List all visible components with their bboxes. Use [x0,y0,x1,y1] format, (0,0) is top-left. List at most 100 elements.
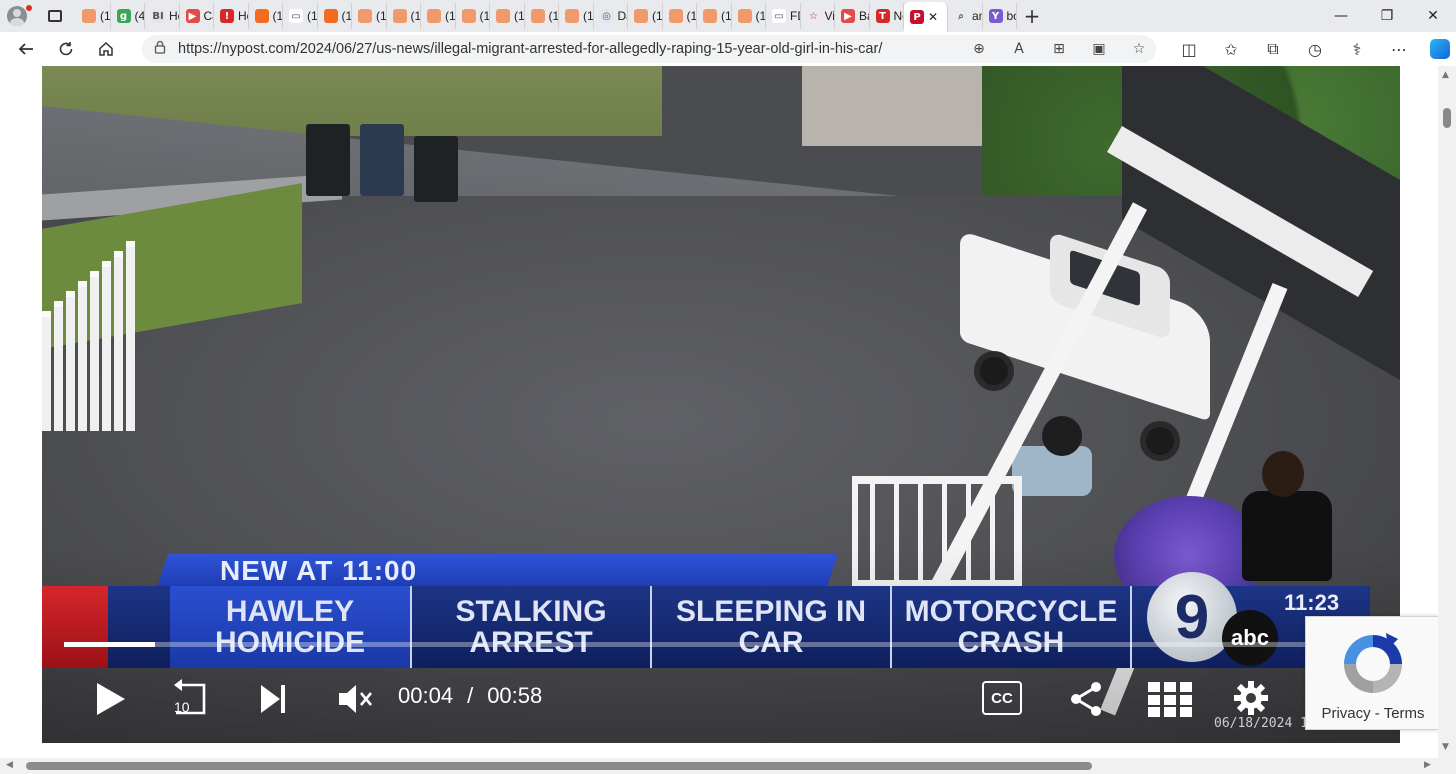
browser-tab[interactable]: (10 [421,3,456,29]
grid-button[interactable] [1146,679,1194,719]
browser-tab[interactable]: (10 [352,3,387,29]
scroll-left-icon[interactable]: ◀ [6,760,13,770]
rewind-10-button[interactable]: 10 [168,675,212,723]
favorite-star-icon[interactable]: ☆ [1130,41,1148,57]
browser-tab[interactable]: (10 [559,3,594,29]
tab-title: (10 [652,9,662,23]
tab-favicon-icon [668,9,683,23]
tracking-prevention-icon[interactable]: ⚕ [1336,40,1378,59]
restore-button[interactable]: ❐ [1364,0,1410,32]
tab-title: (43 [134,9,145,23]
browser-tab[interactable]: ▶Ca [180,3,214,29]
browser-tab[interactable]: (10 [525,3,559,29]
play-button[interactable] [90,679,130,719]
vertical-scroll-thumb[interactable] [1443,108,1451,128]
chyron-segment: SLEEPING IN CAR [650,586,890,668]
scroll-down-icon[interactable]: ▼ [1442,742,1449,752]
horizontal-scroll-thumb[interactable] [26,762,1092,770]
tab-title: (10 [721,9,731,23]
profile-notification-dot [26,5,32,11]
tab-title: Vic [824,9,835,23]
settings-button[interactable] [1230,677,1272,719]
new-tab-button[interactable]: + [1017,4,1047,28]
video-player[interactable]: NEW AT 11:00 HAWLEY HOMICIDE STALKING ARRE… [42,66,1400,743]
toolbar-right-actions: ◫ ✩ ⧉ ◷ ⚕ ⋯ [1168,32,1450,66]
chyron-time: 11:23 [1284,590,1340,615]
tab-favicon-icon: Y [988,9,1003,23]
copilot-icon[interactable] [1430,39,1450,59]
scroll-up-icon[interactable]: ▲ [1442,70,1449,80]
tab-title: (10 [583,9,593,23]
immersive-reader-icon[interactable]: ▣ [1090,41,1108,57]
browser-tab[interactable]: ▶ Ba [835,3,870,29]
horizontal-scrollbar[interactable]: ◀ ▶ [0,758,1438,774]
history-icon[interactable]: ◷ [1294,40,1336,59]
browser-tab[interactable]: ☆Vic [801,3,835,29]
url-text[interactable]: https://nypost.com/2024/06/27/us-news/il… [178,41,882,57]
minimize-button[interactable]: — [1318,0,1364,32]
browser-tab[interactable]: ◎Da [594,3,628,29]
browser-tab[interactable]: ! Ho [214,3,249,29]
close-window-button[interactable]: ✕ [1410,0,1456,32]
browser-tab[interactable]: (10 [628,3,663,29]
mute-button[interactable] [336,679,376,719]
skip-next-button[interactable] [256,679,290,719]
recaptcha-badge[interactable]: Privacy - Terms [1305,616,1439,730]
browser-toolbar: https://nypost.com/2024/06/27/us-news/il… [0,32,1456,66]
browser-tab[interactable]: (10 [387,3,421,29]
reload-button[interactable] [46,32,86,66]
recycling-bin [360,124,404,196]
browser-tab[interactable]: g(43 [111,3,145,29]
browser-tab[interactable]: ▭ FD [766,3,801,29]
video-progress-bar[interactable] [64,642,1346,647]
more-menu-icon[interactable]: ⋯ [1378,40,1420,59]
chyron-segment: HAWLEY HOMICIDE [170,586,410,668]
lock-icon[interactable] [142,40,178,58]
favorites-icon[interactable]: ✩ [1210,40,1252,59]
tab-title: am [972,9,982,23]
browser-tab[interactable]: (10 [697,3,732,29]
address-bar[interactable]: https://nypost.com/2024/06/27/us-news/il… [142,35,1156,63]
captions-button[interactable]: CC [982,681,1022,715]
split-screen-icon[interactable]: ◫ [1168,40,1210,59]
collections-icon[interactable]: ⧉ [1252,39,1294,59]
tab-favicon-icon [323,9,338,23]
profile-button[interactable] [0,0,34,32]
browser-tab[interactable]: (10 [490,3,525,29]
tab-favicon-icon [530,9,545,23]
captions-icon: CC [991,689,1013,707]
tab-favicon-icon [461,9,476,23]
home-button[interactable] [86,32,126,66]
tab-title: (10 [514,9,524,23]
browser-tab[interactable]: (10 [663,3,697,29]
share-button[interactable] [1066,679,1106,719]
tab-favicon-icon: ! [220,9,234,23]
vertical-scrollbar[interactable]: ▲ ▼ [1438,66,1456,758]
tab-title: Ho [169,9,179,23]
active-browser-tab[interactable]: P ✕ [904,2,948,32]
scroll-right-icon[interactable]: ▶ [1424,760,1431,770]
browser-tab[interactable]: (10 [732,3,766,29]
browser-tab[interactable]: (10 [249,3,283,29]
browser-tab[interactable]: (10 [456,3,490,29]
back-button[interactable] [6,32,46,66]
tab-title: Da [617,9,628,23]
tab-favicon-icon [703,9,717,23]
terms-link[interactable]: Terms [1384,705,1425,722]
browser-tab[interactable]: (10 [318,3,352,29]
read-aloud-icon[interactable]: A [1010,41,1028,57]
tab-actions-button[interactable] [34,0,76,32]
browser-tab[interactable]: Ybo [983,3,1017,29]
app-install-icon[interactable]: ⊞ [1050,41,1068,57]
video-progress-fill [64,642,156,647]
tab-favicon-icon: BI [151,9,165,23]
browser-tab[interactable]: BI Ho [145,3,180,29]
browser-tab[interactable]: TNe [870,3,904,29]
browser-tab[interactable]: ⌕ am [948,3,983,29]
privacy-link[interactable]: Privacy [1321,705,1370,722]
browser-tab[interactable]: ▭ (10 [283,3,318,29]
zoom-icon[interactable]: ⊕ [970,41,988,57]
browser-tab[interactable]: (10 [76,3,111,29]
duration: 00:58 [487,683,543,708]
close-tab-icon[interactable]: ✕ [928,10,938,24]
